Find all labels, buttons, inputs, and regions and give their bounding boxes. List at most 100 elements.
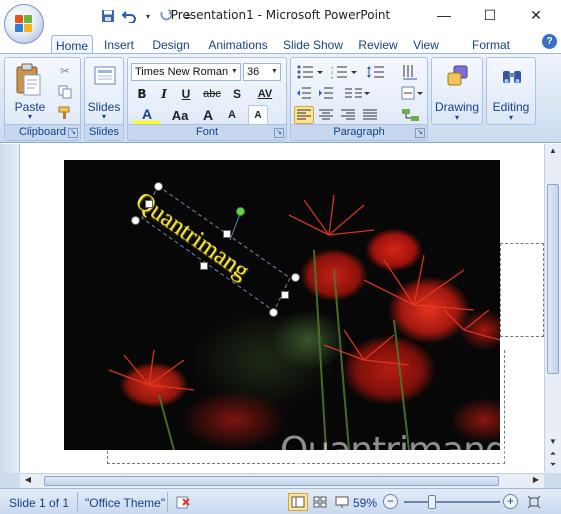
slide-photo[interactable] (64, 160, 500, 450)
scroll-left-icon[interactable]: ◀ (22, 475, 34, 487)
tab-animations[interactable]: Animations (204, 35, 272, 54)
vertical-scroll-thumb[interactable] (547, 184, 559, 374)
theme-name[interactable]: "Office Theme" (85, 496, 165, 510)
next-slide-icon[interactable]: ⏷ (547, 460, 559, 470)
shrink-font-button[interactable]: A (222, 106, 242, 124)
binoculars-icon[interactable] (498, 62, 526, 90)
spell-check-icon[interactable] (174, 493, 194, 511)
resize-handle-nw[interactable] (154, 182, 163, 191)
clipboard-launcher-icon[interactable]: ↘ (68, 128, 78, 138)
vertical-scrollbar[interactable]: ▲ ▼ ⏶ ⏷ (544, 144, 561, 473)
editing-dropdown-icon[interactable]: ▾ (487, 113, 535, 122)
tab-slide-show[interactable]: Slide Show (280, 35, 346, 54)
office-logo-icon (15, 15, 33, 33)
italic-button[interactable]: I (155, 85, 173, 103)
slides-dropdown-icon[interactable]: ▾ (85, 112, 123, 121)
slide-counter: Slide 1 of 1 (9, 496, 70, 510)
grow-font-button[interactable]: A (198, 106, 218, 124)
resize-handle-sw[interactable] (131, 216, 140, 225)
bold-button[interactable]: B (133, 85, 151, 103)
resize-handle-n[interactable] (223, 230, 231, 238)
increase-indent-icon[interactable] (316, 84, 336, 102)
rotation-handle[interactable] (236, 207, 245, 216)
copy-icon[interactable] (55, 83, 75, 101)
previous-slide-icon[interactable]: ⏶ (547, 449, 559, 459)
text-direction-icon[interactable] (397, 62, 427, 82)
zoom-in-button[interactable]: + (503, 494, 518, 509)
line-spacing-icon[interactable] (363, 62, 395, 82)
help-icon[interactable]: ? (542, 34, 557, 49)
editing-group[interactable]: Editing ▾ (486, 57, 536, 125)
office-button[interactable] (4, 4, 44, 44)
change-case-button[interactable]: Aa (166, 106, 194, 124)
justify-button[interactable] (360, 106, 380, 124)
svg-text:3: 3 (331, 75, 334, 79)
paste-icon[interactable] (11, 62, 47, 98)
drawing-group[interactable]: Drawing ▾ (431, 57, 483, 125)
clear-formatting-button[interactable]: A (248, 105, 268, 125)
tab-review[interactable]: Review (356, 35, 400, 54)
maximize-button[interactable]: ☐ (467, 0, 513, 30)
font-size-select[interactable]: 36 ▼ (243, 63, 281, 81)
character-spacing-button[interactable]: AV (250, 85, 280, 103)
resize-handle-e[interactable] (281, 291, 289, 299)
scroll-up-icon[interactable]: ▲ (547, 146, 559, 156)
paste-dropdown-icon[interactable]: ▾ (9, 112, 51, 121)
minimize-button[interactable]: — (421, 0, 467, 30)
align-right-button[interactable] (338, 106, 358, 124)
font-group-label: Font (128, 124, 286, 140)
placeholder-outline (500, 243, 544, 337)
font-group: Times New Roman ▼ 36 ▼ B I U abc S AV A … (127, 57, 287, 141)
font-name-dropdown-icon[interactable]: ▼ (229, 64, 240, 80)
font-color-button[interactable]: A (133, 106, 161, 124)
horizontal-scrollbar[interactable]: ◀ ▶ (20, 473, 544, 488)
cut-icon[interactable]: ✂ (55, 62, 75, 80)
tab-format[interactable]: Format (467, 35, 515, 54)
drawing-dropdown-icon[interactable]: ▾ (432, 113, 482, 122)
bullets-icon[interactable] (294, 62, 326, 82)
scroll-right-icon[interactable]: ▶ (530, 475, 542, 487)
zoom-slider-track[interactable] (404, 501, 500, 503)
zoom-out-button[interactable]: − (383, 494, 398, 509)
font-launcher-icon[interactable]: ↘ (274, 128, 284, 138)
zoom-level[interactable]: 59% (353, 496, 377, 510)
editing-label[interactable]: Editing (487, 100, 535, 114)
new-slide-icon[interactable] (91, 62, 119, 90)
resize-handle-s[interactable] (200, 262, 208, 270)
resize-handle-ne[interactable] (291, 273, 300, 282)
text-shadow-button[interactable]: S (228, 85, 246, 103)
resize-handle-se[interactable] (269, 308, 278, 317)
tab-insert[interactable]: Insert (99, 35, 139, 54)
numbering-icon[interactable]: 123 (328, 62, 360, 82)
resize-handle-w[interactable] (145, 200, 153, 208)
slide-sorter-view-icon[interactable] (310, 493, 330, 511)
slide-pane-strip[interactable] (0, 144, 20, 473)
align-text-icon[interactable] (397, 84, 427, 102)
tab-design[interactable]: Design (148, 35, 194, 54)
normal-view-icon[interactable] (288, 493, 308, 511)
clipboard-group: Paste ▾ ✂ Clipboard ↘ (4, 57, 81, 141)
paragraph-launcher-icon[interactable]: ↘ (415, 128, 425, 138)
tab-view[interactable]: View (409, 35, 443, 54)
align-center-button[interactable] (316, 106, 336, 124)
align-left-button[interactable] (294, 106, 314, 124)
horizontal-scroll-thumb[interactable] (44, 476, 499, 486)
strikethrough-button[interactable]: abc (199, 85, 225, 103)
zoom-slider-thumb[interactable] (428, 495, 437, 509)
format-painter-icon[interactable] (55, 104, 75, 122)
ribbon-tabs: Home Insert Design Animations Slide Show… (0, 32, 561, 54)
columns-icon[interactable] (341, 84, 373, 102)
drawing-shapes-icon[interactable] (444, 62, 472, 90)
drawing-label[interactable]: Drawing (432, 100, 482, 114)
tab-home[interactable]: Home (51, 35, 93, 54)
scroll-down-icon[interactable]: ▼ (547, 437, 559, 447)
close-button[interactable]: ✕ (513, 0, 559, 30)
smartart-icon[interactable] (397, 106, 427, 124)
paragraph-group: 123 Paragraph ↘ (290, 57, 428, 141)
fit-to-window-icon[interactable] (524, 493, 544, 511)
underline-button[interactable]: U (177, 85, 195, 103)
font-name-select[interactable]: Times New Roman ▼ (131, 63, 241, 81)
decrease-indent-icon[interactable] (294, 84, 314, 102)
slide-show-view-icon[interactable] (332, 493, 352, 511)
font-size-dropdown-icon[interactable]: ▼ (269, 64, 280, 80)
